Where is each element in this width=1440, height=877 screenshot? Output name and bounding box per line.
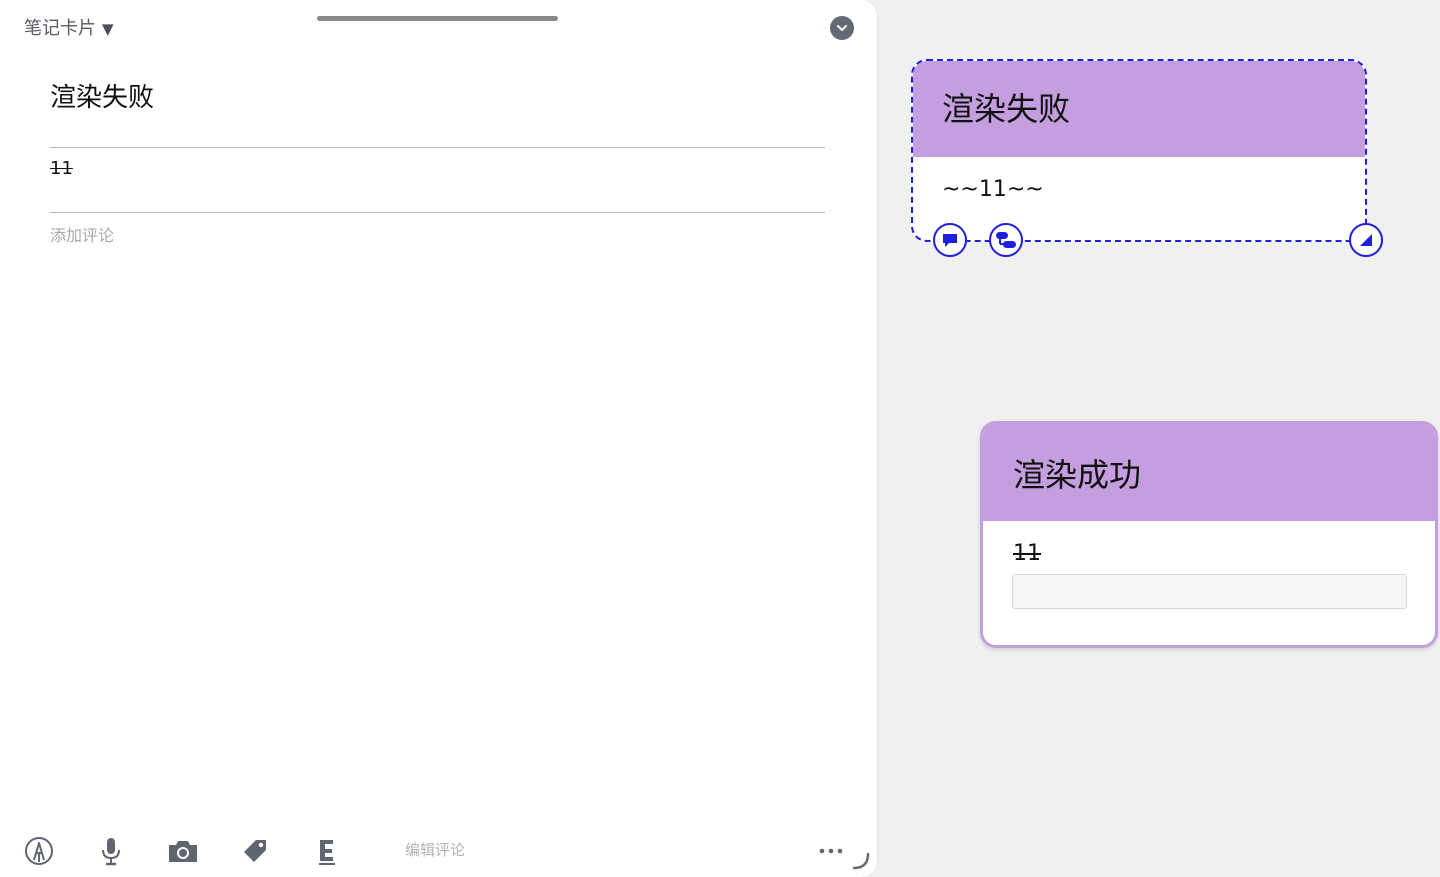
voice-button[interactable] <box>94 834 128 868</box>
note-body-field[interactable]: 11 <box>50 156 73 182</box>
panel-title-label: 笔记卡片 <box>24 18 96 39</box>
card-comment-input[interactable] <box>1012 574 1407 609</box>
panel-resize-icon[interactable] <box>850 850 872 872</box>
text-format-button[interactable] <box>310 834 344 868</box>
note-panel: 笔记卡片 ▼ 渲染失败 11 添加评论 编辑评论 <box>0 0 877 877</box>
card-header: 渲染失败 <box>913 61 1365 157</box>
note-title-field[interactable]: 渲染失败 <box>50 78 154 118</box>
pen-icon <box>25 837 53 865</box>
chevron-down-icon <box>837 25 847 31</box>
resize-triangle-icon <box>1360 234 1372 246</box>
link-handle[interactable] <box>989 223 1023 257</box>
card-title: 渲染失败 <box>942 90 1071 128</box>
camera-button[interactable] <box>166 834 200 868</box>
edit-comment-button[interactable]: 编辑评论 <box>405 839 465 861</box>
canvas-card-render-failed[interactable]: 渲染失败 ~~11~~ <box>911 59 1383 257</box>
comment-handle[interactable] <box>933 223 967 257</box>
card-header: 渲染成功 <box>983 424 1435 521</box>
panel-drag-handle[interactable] <box>317 16 558 21</box>
text-format-icon <box>319 840 335 865</box>
tag-icon <box>244 840 266 862</box>
microphone-icon <box>102 838 120 866</box>
more-button[interactable] <box>814 834 848 868</box>
card-title: 渲染成功 <box>1013 456 1142 494</box>
card-body: 11 <box>1013 541 1041 566</box>
collapse-button[interactable] <box>830 16 854 40</box>
card-body: ~~11~~ <box>942 177 1044 202</box>
bottom-toolbar: 编辑评论 <box>0 826 877 876</box>
body-divider <box>50 212 825 213</box>
link-nodes-icon <box>996 232 1016 248</box>
canvas-card-render-success[interactable]: 渲染成功 11 <box>980 421 1438 648</box>
pen-button[interactable] <box>22 834 56 868</box>
comment-icon <box>943 234 957 247</box>
title-divider <box>50 147 825 148</box>
add-comment-input[interactable]: 添加评论 <box>50 225 114 247</box>
tag-button[interactable] <box>238 834 272 868</box>
panel-title-dropdown[interactable]: 笔记卡片 ▼ <box>24 15 114 43</box>
camera-icon <box>169 841 197 862</box>
more-icon <box>819 848 843 854</box>
app-window: 笔记卡片 ▼ 渲染失败 11 添加评论 编辑评论 渲染失败 ~~11~~ 渲染成… <box>0 0 1440 877</box>
resize-handle[interactable] <box>1349 223 1383 257</box>
caret-down-icon: ▼ <box>102 20 114 38</box>
